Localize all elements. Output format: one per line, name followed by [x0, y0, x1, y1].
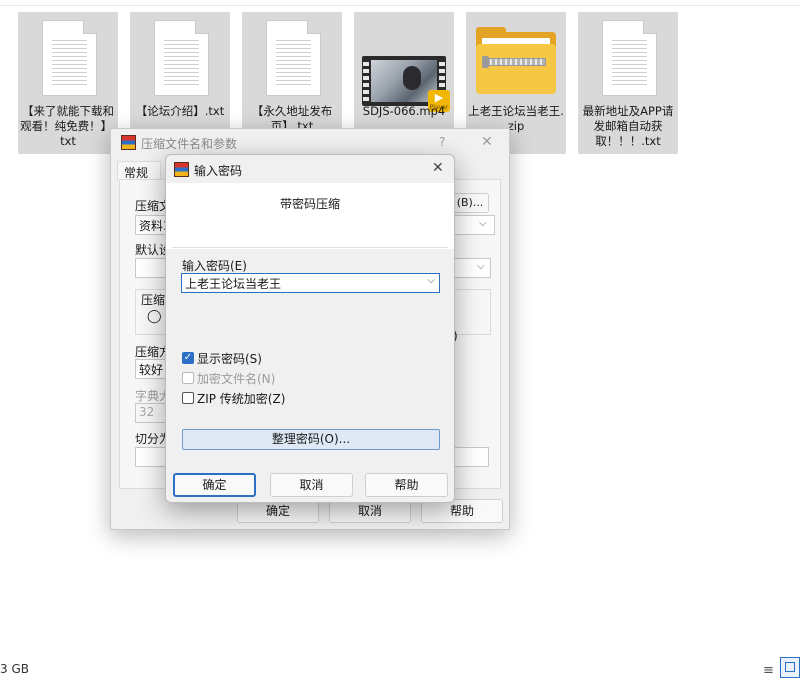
dialog-title: 压缩文件名和参数: [141, 137, 238, 151]
help-icon[interactable]: ?: [439, 135, 445, 149]
winrar-icon: [174, 162, 189, 177]
browse-button[interactable]: (B)...: [451, 193, 489, 213]
file-tile[interactable]: 【来了就能下载和观看！纯免费！】.txt: [18, 12, 118, 154]
video-file-icon: ▶ Player: [354, 18, 454, 112]
zip-legacy-checkbox[interactable]: [182, 392, 194, 404]
text-file-icon: [578, 18, 678, 102]
enter-password-label: 输入密码(E): [182, 259, 247, 273]
organize-passwords-button[interactable]: 整理密码(O)...: [182, 429, 440, 450]
text-file-icon: [242, 18, 342, 102]
password-dialog-title: 输入密码: [194, 164, 243, 178]
format-label: 压缩: [141, 293, 166, 307]
show-password-checkbox[interactable]: ✓: [182, 352, 194, 364]
text-file-icon: [130, 18, 230, 102]
header-area: [166, 183, 454, 249]
dialog-titlebar: 压缩文件名和参数 ? ✕: [111, 129, 509, 157]
format-radio[interactable]: ◯: [147, 309, 162, 324]
file-name: 【论坛介绍】.txt: [135, 104, 225, 118]
cancel-button[interactable]: 取消: [270, 473, 353, 497]
close-icon[interactable]: ✕: [481, 134, 493, 150]
password-dialog: 输入密码 ✕ 带密码压缩 输入密码(E) 上老王论坛当老王 ⌵ ✓ 显示密码(S…: [165, 154, 455, 503]
tiles-view-icon[interactable]: [780, 657, 800, 678]
password-value: 上老王论坛当老王: [185, 277, 282, 291]
text-file-icon: [18, 18, 118, 102]
password-titlebar: 输入密码 ✕: [166, 155, 454, 183]
show-password-label[interactable]: 显示密码(S): [197, 350, 262, 367]
tab-general[interactable]: 常规: [117, 161, 161, 181]
password-heading: 带密码压缩: [279, 197, 340, 211]
file-tile[interactable]: 最新地址及APP请发邮箱自动获取！！！.txt: [578, 12, 678, 154]
ok-button[interactable]: 确定: [173, 473, 256, 497]
details-view-icon[interactable]: ≡: [763, 663, 774, 678]
top-divider: [0, 5, 800, 6]
file-name: 最新地址及APP请发邮箱自动获取！！！.txt: [582, 104, 674, 148]
selection-size: 3 GB: [0, 662, 29, 676]
file-name: 【来了就能下载和观看！纯免费！】.txt: [20, 104, 116, 148]
zip-legacy-label[interactable]: ZIP 传统加密(Z): [197, 390, 285, 407]
chevron-down-icon[interactable]: ⌵: [479, 218, 487, 229]
help-button[interactable]: 帮助: [365, 473, 448, 497]
chevron-down-icon[interactable]: ⌵: [477, 261, 485, 272]
password-input[interactable]: 上老王论坛当老王 ⌵: [181, 273, 440, 293]
split-side-field[interactable]: [453, 447, 489, 467]
winrar-icon: [121, 135, 136, 150]
chevron-down-icon[interactable]: ⌵: [427, 275, 435, 286]
zip-folder-icon: [466, 18, 566, 102]
encrypt-names-label: 加密文件名(N): [197, 372, 276, 386]
file-name: SDJS-066.mp4: [362, 104, 446, 118]
encrypt-names-checkbox: [182, 372, 194, 384]
close-icon[interactable]: ✕: [432, 160, 444, 176]
